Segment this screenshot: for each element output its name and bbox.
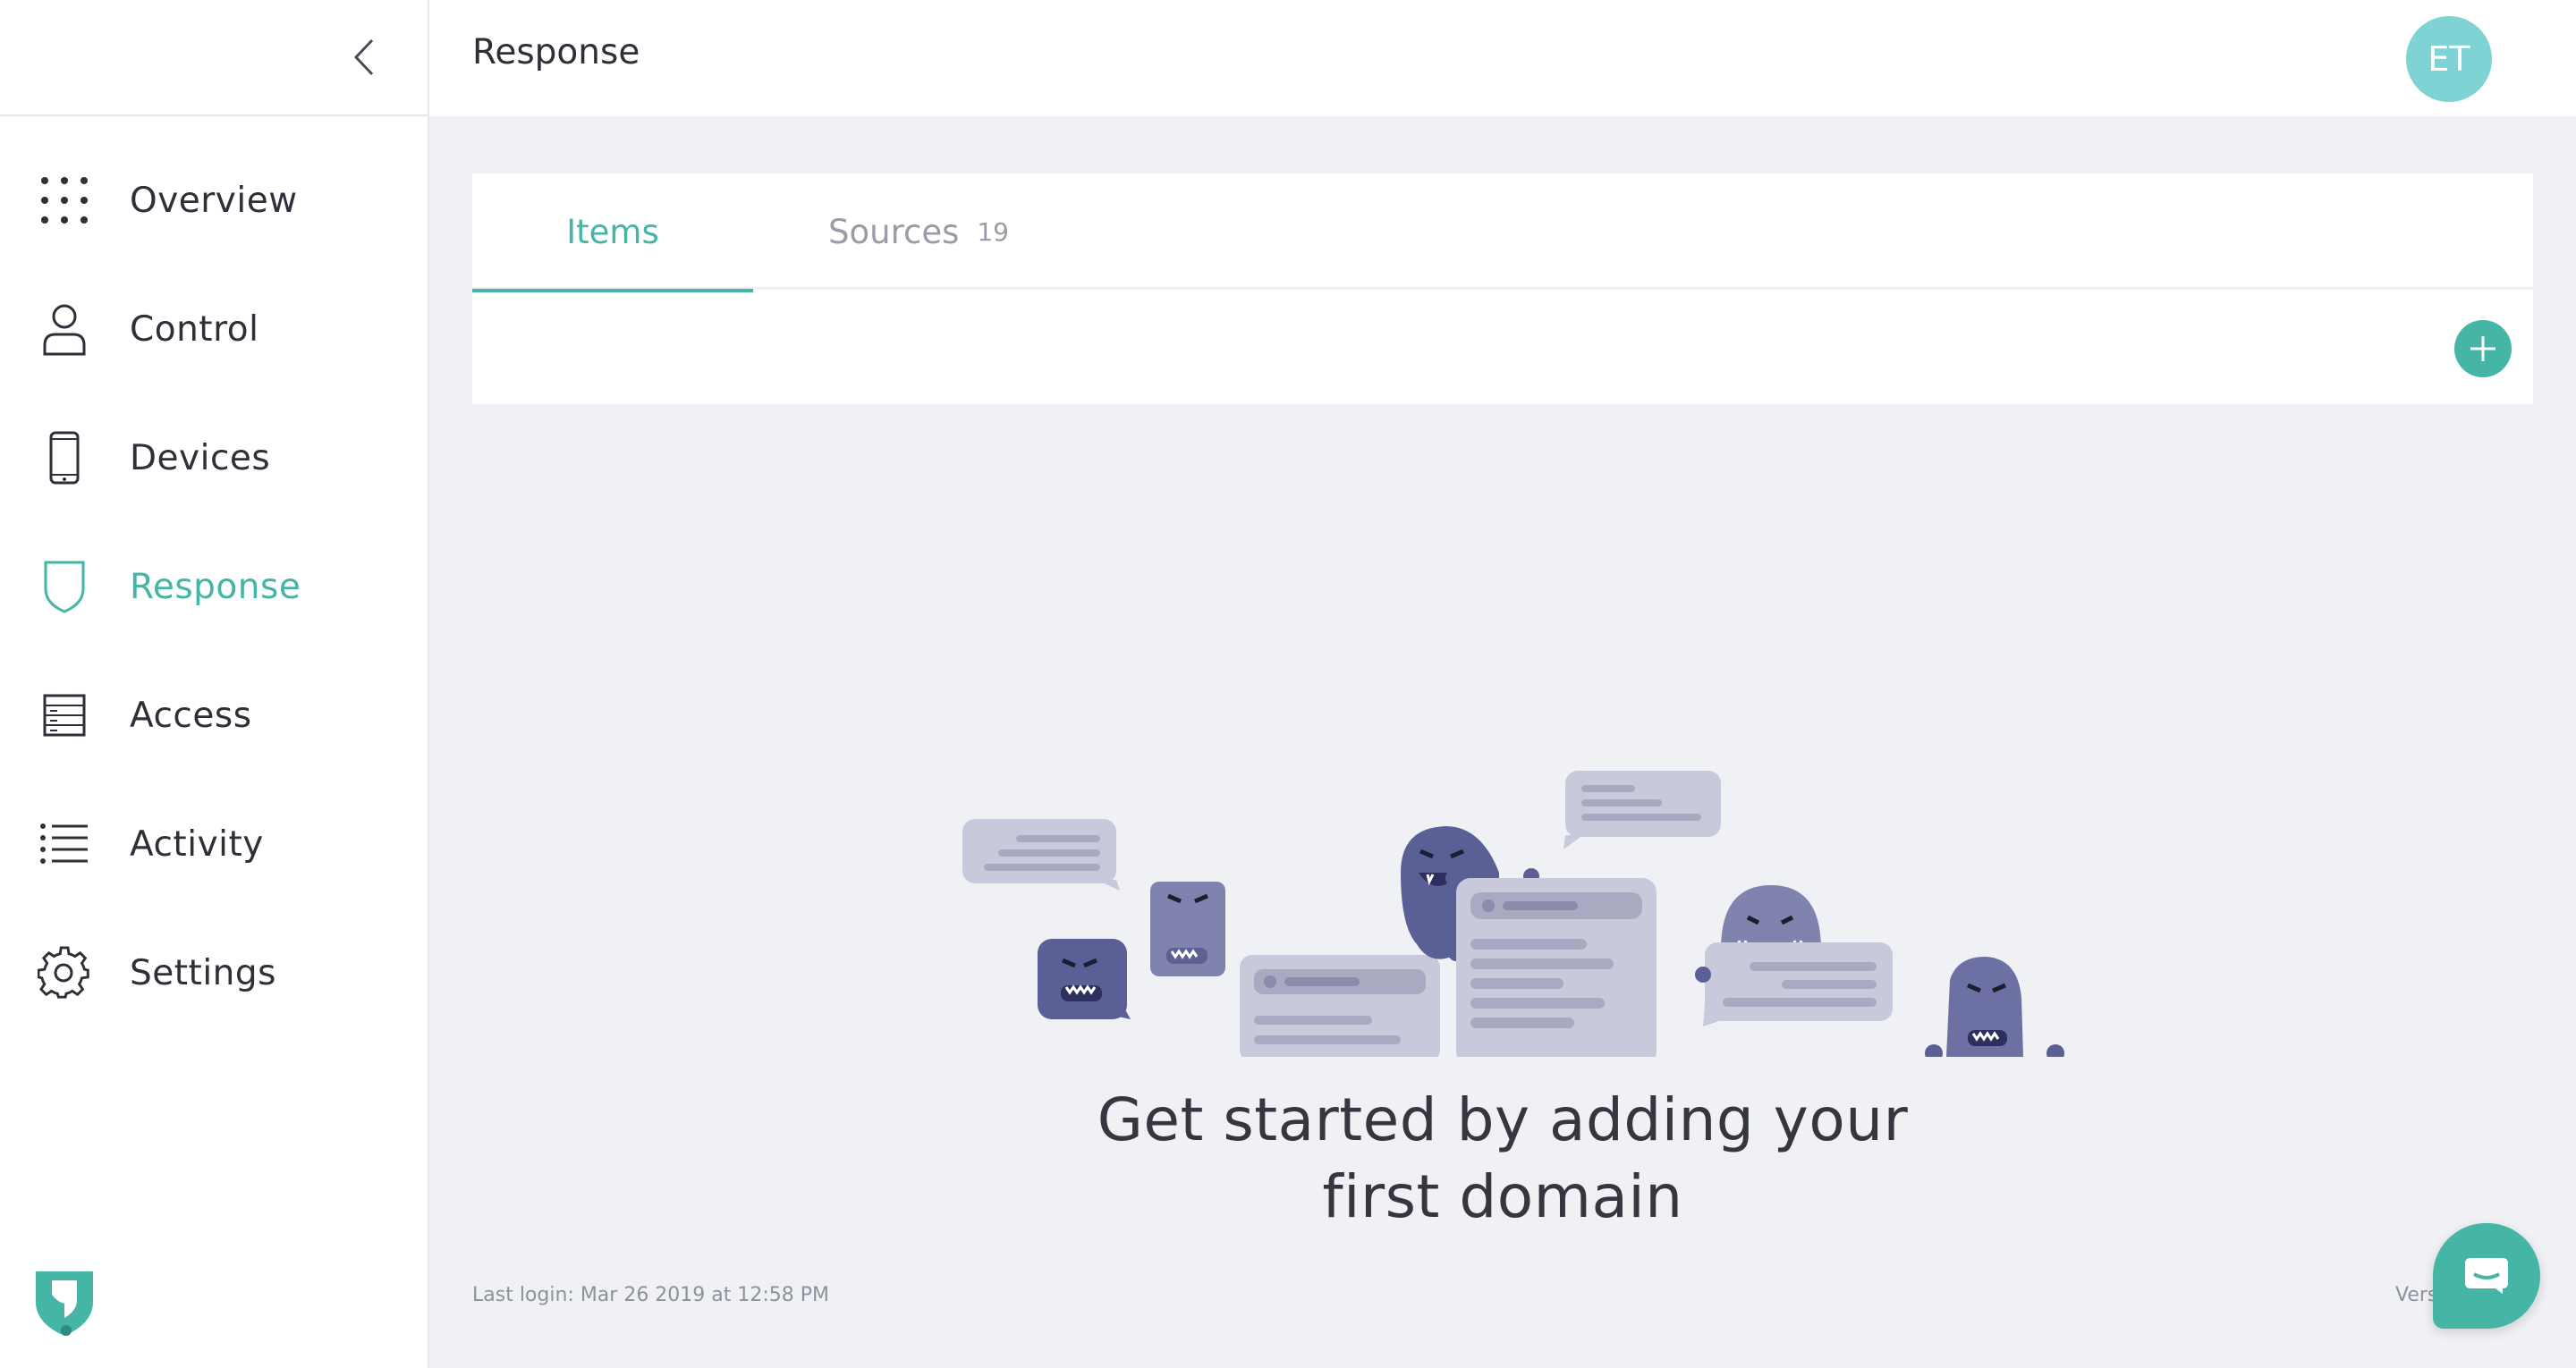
monster-right [1925,957,2064,1057]
gear-icon [36,944,93,1001]
sidebar-item-label: Access [130,695,252,736]
page-title: Response [472,32,640,72]
tab-items-label: Items [566,212,659,251]
brand-logo [32,1268,97,1339]
person-icon [36,300,93,358]
chat-bubble-icon [2465,1258,2508,1294]
sidebar: Overview Control Devices Response Access… [0,0,429,1368]
avatar[interactable]: ET [2406,16,2492,102]
sidebar-item-control[interactable]: Control [0,265,428,393]
sidebar-nav: Overview Control Devices Response Access… [0,116,428,1037]
sidebar-item-label: Settings [130,952,276,993]
add-domain-button[interactable] [2454,320,2512,377]
response-card: Items Sources 19 [472,173,2533,404]
server-icon [36,687,93,744]
sidebar-item-overview[interactable]: Overview [0,136,428,265]
tab-sources[interactable]: Sources 19 [753,173,1084,290]
message-card-left [1240,955,1440,1057]
sources-count-badge: 19 [977,216,1009,247]
avatar-initials: ET [2428,39,2470,79]
list-icon [36,815,93,873]
grid-dots-icon [36,172,93,229]
sidebar-item-devices[interactable]: Devices [0,393,428,522]
version-text: Vers [2395,1284,2438,1306]
sidebar-item-activity[interactable]: Activity [0,780,428,908]
plus-icon [2470,336,2496,361]
collapse-sidebar-button[interactable] [345,36,383,79]
empty-state-title: Get started by adding your first domain [1002,1082,2004,1236]
sidebar-item-access[interactable]: Access [0,651,428,780]
sidebar-item-label: Activity [130,823,264,865]
tab-items[interactable]: Items [472,173,753,292]
monster-dome [1721,885,1821,954]
chat-support-button[interactable] [2433,1223,2540,1329]
top-header: Response ET [429,0,2576,116]
sidebar-item-label: Control [130,308,259,350]
message-card-right [1695,942,1893,1026]
tab-sources-label: Sources [828,212,960,251]
speech-bubble-left [962,819,1120,891]
sidebar-item-response[interactable]: Response [0,522,428,651]
chevron-left-icon [353,38,374,76]
empty-state-title-line2: first domain [1322,1162,1683,1231]
sidebar-item-label: Devices [130,437,271,478]
last-login-text: Last login: Mar 26 2019 at 12:58 PM [472,1284,830,1306]
sidebar-item-settings[interactable]: Settings [0,908,428,1037]
monster-rect [1150,882,1225,976]
tab-bar: Items Sources 19 [472,173,2533,292]
empty-state-illustration [962,771,2064,1057]
monster-square-left [1038,939,1131,1019]
sidebar-item-label: Response [130,566,301,607]
shield-icon [36,558,93,615]
empty-state-title-line1: Get started by adding your [1097,1085,1909,1154]
phone-icon [36,429,93,486]
message-card-center [1456,878,1657,1057]
sidebar-top [0,0,428,116]
app-root: Overview Control Devices Response Access… [0,0,2576,1368]
sidebar-item-label: Overview [130,180,298,221]
speech-bubble-top [1563,771,1721,849]
